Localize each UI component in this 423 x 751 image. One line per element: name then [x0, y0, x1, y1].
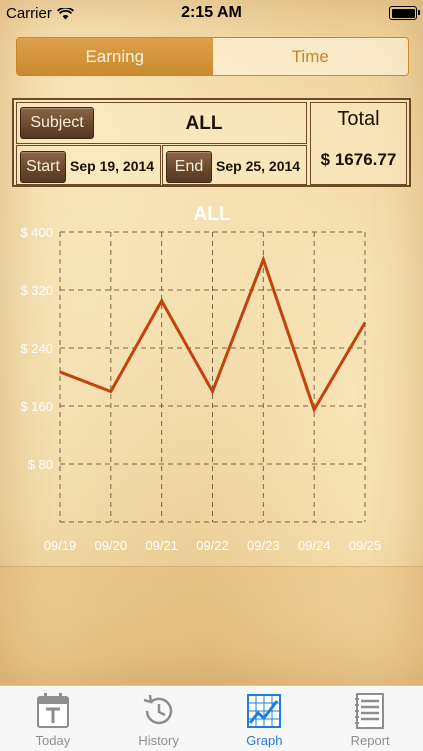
tab-report[interactable]: Report [317, 686, 423, 751]
tab-history-label: History [138, 733, 179, 748]
tab-today-label: Today [35, 733, 71, 748]
earning-line-chart: ALL $ 80$ 160$ 240$ 320$ 400 09/19 09/20 0… [20, 204, 382, 553]
tab-history[interactable]: History [106, 686, 212, 751]
total-value: $ 1676.77 [320, 150, 397, 169]
line-graph-icon [247, 694, 282, 728]
status-right [389, 6, 420, 20]
tab-graph[interactable]: Graph [212, 686, 318, 751]
chart-grid [59, 231, 366, 523]
start-button[interactable]: Start [20, 151, 66, 183]
subject-value: ALL [185, 113, 223, 134]
end-date[interactable]: Sep 25, 2014 [216, 158, 300, 174]
tab-today[interactable]: Today [0, 686, 106, 751]
y-tick-label: $ 240 [20, 341, 53, 356]
battery-icon [389, 6, 420, 20]
y-tick-label: $ 80 [28, 457, 53, 472]
status-time: 2:15 AM [181, 4, 242, 21]
x-tick-label: 09/23 [247, 538, 280, 553]
x-tick-label: 09/24 [298, 538, 331, 553]
calendar-icon [36, 693, 69, 728]
y-axis-ticks: $ 80 $ 160 $ 240 $ 320 $ 400 [20, 225, 53, 472]
tab-graph-label: Graph [246, 733, 283, 748]
x-tick-label: 09/22 [196, 538, 229, 553]
report-list-icon [355, 693, 385, 729]
subject-button[interactable]: Subject [20, 107, 94, 139]
x-tick-label: 09/25 [349, 538, 382, 553]
tab-report-label: Report [350, 733, 390, 748]
mode-segmented-control: Earning Time [16, 37, 409, 76]
y-tick-label: $ 320 [20, 283, 53, 298]
tab-bar: Today History Graph Report [0, 685, 423, 751]
clock-history-icon [143, 694, 172, 725]
x-tick-label: 09/21 [145, 538, 178, 553]
end-button[interactable]: End [166, 151, 212, 183]
status-bar: Carrier 2:15 AM [0, 0, 423, 26]
start-date[interactable]: Sep 19, 2014 [70, 158, 154, 174]
total-label: Total [337, 108, 380, 130]
chart-title: ALL [194, 204, 231, 225]
y-tick-label: $ 400 [20, 225, 53, 240]
x-tick-label: 09/20 [95, 538, 128, 553]
x-axis-ticks: 09/19 09/20 09/21 09/22 09/23 09/24 09/25 [44, 538, 382, 553]
segment-time[interactable]: Time [212, 38, 408, 75]
filter-panel: Subject ALL Start Sep 19, 2014 End Sep 2… [12, 98, 411, 187]
segment-earning[interactable]: Earning [17, 38, 213, 75]
lower-band [0, 566, 423, 687]
y-tick-label: $ 160 [20, 399, 53, 414]
x-tick-label: 09/19 [44, 538, 77, 553]
